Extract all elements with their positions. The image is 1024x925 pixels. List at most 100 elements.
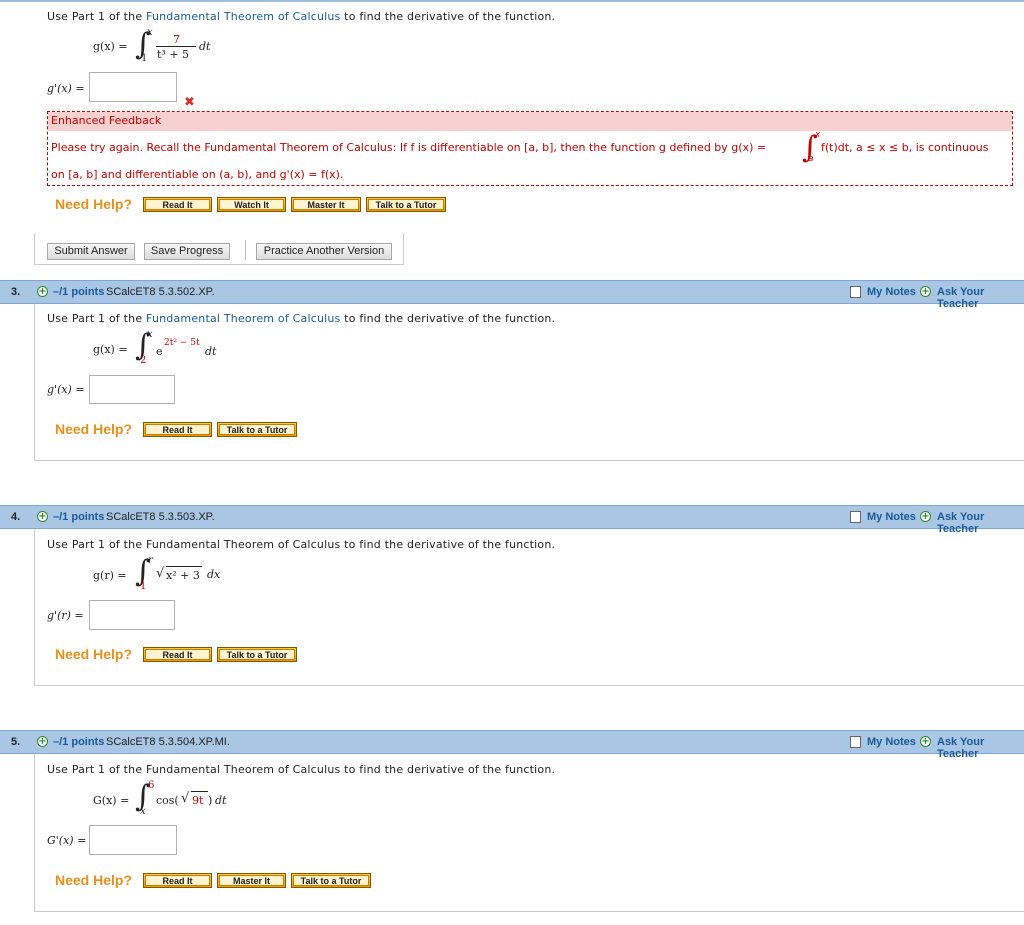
question-3-panel [34, 304, 1024, 461]
prompt-text: Use Part 1 of the [47, 10, 147, 23]
function-lhs: G(x) = [93, 794, 130, 807]
my-notes-link[interactable]: My Notes [867, 511, 916, 523]
question-number: 3. [11, 286, 21, 298]
upper-limit: x [147, 329, 153, 340]
fraction-bar [156, 46, 196, 47]
feedback-line-2: on [a, b] and differentiable on (a, b), … [51, 168, 344, 181]
integrand-exponent: 2t² − 5t [164, 338, 200, 348]
watch-it-button[interactable]: Watch It [217, 197, 286, 212]
answer-label: g'(x) = [47, 82, 85, 95]
ask-plus-icon[interactable]: + [920, 736, 931, 747]
talk-to-tutor-button[interactable]: Talk to a Tutor [217, 422, 297, 437]
question-3-prompt: Use Part 1 of the Fundamental Theorem of… [47, 312, 556, 325]
read-it-button[interactable]: Read It [143, 197, 212, 212]
talk-to-tutor-button[interactable]: Talk to a Tutor [291, 873, 371, 888]
incorrect-mark-icon: ✖ [184, 95, 195, 110]
feedback-line-1-end: f(t)dt, a ≤ x ≤ b, is continuous [821, 141, 989, 154]
function-lhs: g(r) = [93, 569, 127, 582]
lower-limit: 2 [140, 355, 147, 366]
prompt-text-end: to find the derivative of the function. [340, 10, 556, 23]
question-5-prompt: Use Part 1 of the Fundamental Theorem of… [47, 763, 556, 776]
answer-label: g'(r) = [47, 609, 84, 622]
expand-plus-icon[interactable]: + [37, 511, 48, 522]
top-border [0, 0, 1024, 2]
talk-to-tutor-button[interactable]: Talk to a Tutor [366, 197, 446, 212]
answer-input[interactable] [89, 600, 175, 630]
submit-answer-button[interactable]: Submit Answer [47, 243, 135, 260]
question-number: 5. [11, 736, 21, 748]
question-2-prompt: Use Part 1 of the Fundamental Theorem of… [47, 10, 555, 23]
answer-label: g'(x) = [47, 383, 85, 396]
talk-to-tutor-button[interactable]: Talk to a Tutor [217, 647, 297, 662]
question-code: SCalcET8 5.3.504.XP.MI. [106, 736, 230, 748]
points-link[interactable]: –/1 points [53, 511, 104, 523]
read-it-button[interactable]: Read It [143, 873, 212, 888]
question-code: SCalcET8 5.3.503.XP. [106, 511, 215, 523]
fraction-denominator: t³ + 5 [157, 48, 190, 61]
practice-another-version-button[interactable]: Practice Another Version [256, 243, 392, 260]
differential: dt [205, 345, 217, 358]
function-lhs: g(x) = [93, 40, 128, 53]
sqrt-icon: √ [156, 566, 165, 581]
theorem-link[interactable]: Fundamental Theorem of Calculus [146, 10, 340, 23]
theorem-link[interactable]: Fundamental Theorem of Calculus [146, 312, 340, 325]
radicand: x² + 3 [166, 569, 200, 582]
upper-limit: x [147, 27, 153, 38]
question-5-panel [34, 754, 1024, 912]
action-divider [245, 240, 246, 260]
master-it-button[interactable]: Master It [291, 197, 361, 212]
notes-icon[interactable] [850, 511, 861, 523]
question-3-header: 3. + –/1 points SCalcET8 5.3.502.XP. My … [0, 280, 1024, 310]
feedback-line-1: Please try again. Recall the Fundamental… [51, 141, 767, 154]
ask-plus-icon[interactable]: + [920, 511, 931, 522]
question-number: 4. [11, 511, 21, 523]
expand-plus-icon[interactable]: + [37, 736, 48, 747]
need-help-label: Need Help? [55, 196, 133, 212]
answer-label: G'(x) = [47, 834, 87, 847]
radicand: 9t [192, 794, 204, 807]
enhanced-feedback: Enhanced Feedback Please try again. Reca… [47, 111, 1013, 186]
ask-plus-icon[interactable]: + [920, 286, 931, 297]
sqrt-bar [166, 566, 202, 567]
answer-input[interactable] [89, 825, 177, 855]
need-help-label: Need Help? [55, 421, 133, 437]
differential: dt [199, 40, 211, 53]
upper-limit: 6 [148, 780, 155, 791]
points-link[interactable]: –/1 points [53, 286, 104, 298]
sqrt-icon: √ [181, 791, 190, 806]
fraction-numerator: 7 [173, 33, 180, 46]
my-notes-link[interactable]: My Notes [867, 286, 916, 298]
points-link[interactable]: –/1 points [53, 736, 104, 748]
answer-input[interactable] [89, 72, 177, 102]
master-it-button[interactable]: Master It [217, 873, 286, 888]
question-5-header: 5. + –/1 points SCalcET8 5.3.504.XP.MI. … [0, 730, 1024, 760]
question-4-prompt: Use Part 1 of the Fundamental Theorem of… [47, 538, 556, 551]
lower-limit: x [140, 806, 146, 817]
expand-plus-icon[interactable]: + [37, 286, 48, 297]
question-4-header: 4. + –/1 points SCalcET8 5.3.503.XP. My … [0, 505, 1024, 535]
function-lhs: g(x) = [93, 343, 128, 356]
feedback-upper-limit: x [815, 130, 821, 140]
upper-limit: r [148, 555, 153, 566]
read-it-button[interactable]: Read It [143, 422, 212, 437]
lower-limit: 1 [141, 53, 148, 64]
my-notes-link[interactable]: My Notes [867, 736, 916, 748]
save-progress-button[interactable]: Save Progress [144, 243, 230, 260]
differential: dx [207, 568, 221, 581]
answer-input[interactable] [89, 375, 175, 404]
question-code: SCalcET8 5.3.502.XP. [106, 286, 215, 298]
integrand-base: e [156, 345, 163, 358]
need-help-label: Need Help? [55, 872, 133, 888]
differential: dt [215, 794, 227, 807]
feedback-lower-limit: a [808, 154, 814, 164]
lower-limit: 1 [140, 581, 147, 592]
question-4-panel [34, 529, 1024, 686]
need-help-label: Need Help? [55, 646, 133, 662]
feedback-title: Enhanced Feedback [48, 112, 1012, 131]
cos-close: ) [208, 794, 213, 807]
sqrt-bar [191, 791, 208, 792]
read-it-button[interactable]: Read It [143, 647, 212, 662]
notes-icon[interactable] [850, 286, 861, 298]
notes-icon[interactable] [850, 736, 861, 748]
cos-function: cos( [156, 794, 179, 807]
